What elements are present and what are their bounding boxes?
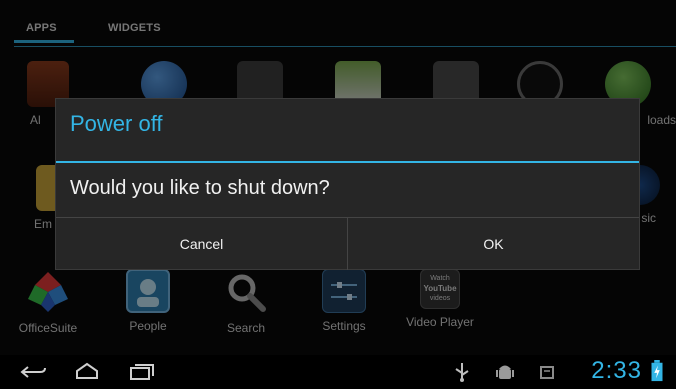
recent-apps-icon[interactable] <box>126 361 156 383</box>
battery-charging-icon <box>651 360 663 382</box>
home-icon[interactable] <box>72 361 102 383</box>
back-icon[interactable] <box>18 361 48 383</box>
notification-icon <box>540 366 554 379</box>
android-debug-icon <box>496 365 514 379</box>
ok-button[interactable]: OK <box>348 218 639 270</box>
status-clock: 2:33 <box>591 357 642 384</box>
cancel-button[interactable]: Cancel <box>56 218 348 270</box>
power-off-dialog: Power off Would you like to shut down? C… <box>55 98 640 270</box>
dialog-message: Would you like to shut down? <box>70 177 330 199</box>
dialog-title-divider <box>56 161 639 163</box>
dialog-button-bar: Cancel OK <box>56 217 639 270</box>
usb-icon <box>455 363 469 382</box>
app-drawer-screen: APPS WIDGETS Al loads Em sic OfficeSuite… <box>0 0 676 389</box>
navigation-bar: 2:33 <box>0 355 676 389</box>
dialog-title: Power off <box>70 111 163 136</box>
